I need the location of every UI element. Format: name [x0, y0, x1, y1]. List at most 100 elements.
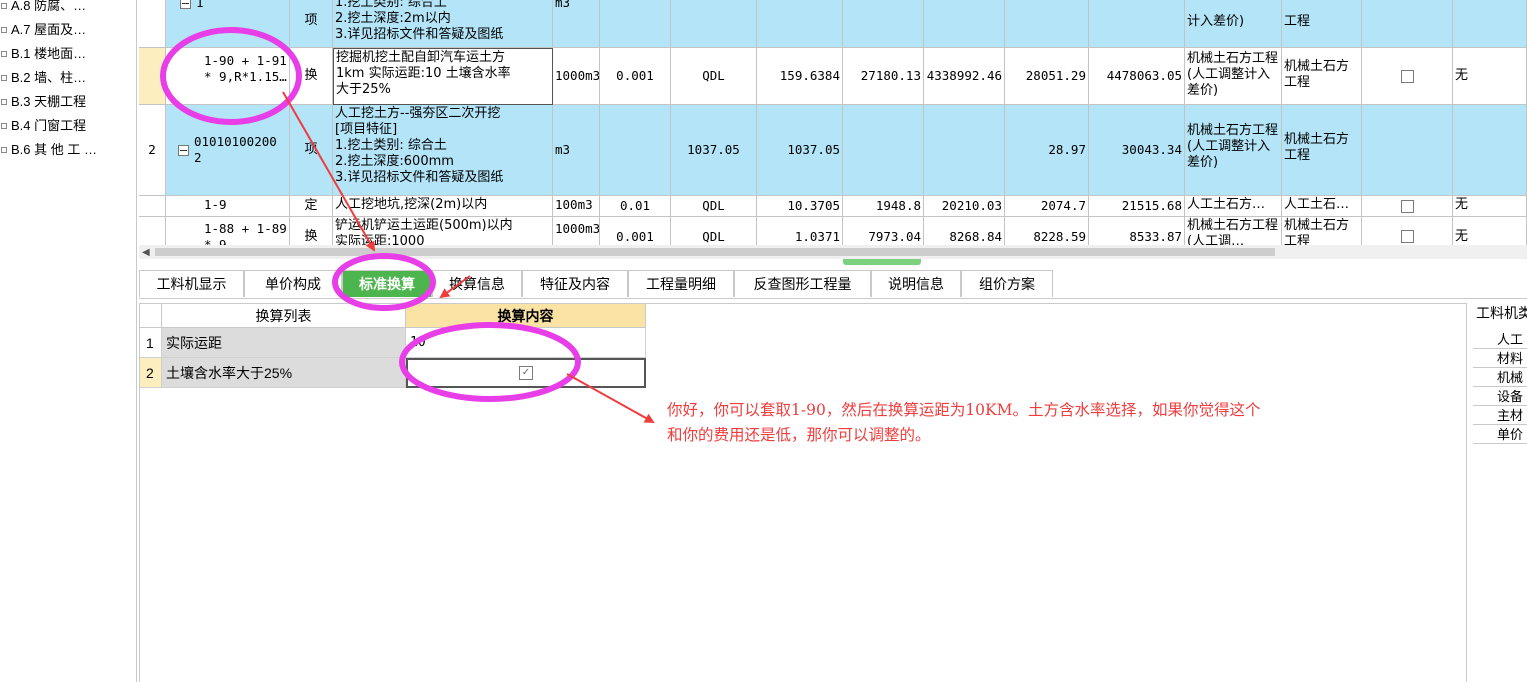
unit-cell: 1000m3 — [553, 217, 600, 245]
type-cell: 定 — [290, 196, 333, 217]
desc-cell[interactable]: 铲运机铲运土运距(500m)以内 实际运距:1000 — [333, 217, 553, 245]
last-cell: 无 — [1453, 196, 1527, 217]
collapse-icon[interactable] — [178, 144, 189, 156]
corner-header — [140, 304, 162, 328]
c3-cell — [1089, 0, 1185, 48]
checkbox[interactable] — [1400, 199, 1414, 213]
category-item[interactable]: 单价 — [1473, 425, 1527, 444]
conversion-panel: 换算列表 换算内容 1 实际运距 10 2 土壤含水率大于25% ✓ — [139, 303, 1467, 682]
distance-input[interactable]: 10 — [406, 328, 646, 358]
desc-cell[interactable]: 人工挖地坑,挖深(2m)以内 — [333, 196, 553, 217]
desc-line: [项目特征] — [335, 122, 398, 137]
tree-item-label: B.2 墙、柱… — [11, 70, 87, 85]
scroll-left-icon[interactable]: ◀ — [142, 247, 150, 258]
c1-cell — [924, 105, 1005, 196]
code-cell[interactable]: 1-9 — [166, 196, 290, 217]
table-row[interactable]: 1-9 定 人工挖地坑,挖深(2m)以内 100m3 0.01 QDL 10.3… — [139, 196, 1527, 217]
flag-cell[interactable] — [1362, 217, 1453, 245]
row-number: 2 — [140, 358, 162, 388]
checkbox[interactable] — [1400, 69, 1414, 83]
code-cell[interactable]: 1-88 + 1-89 * 9 — [166, 217, 290, 245]
qty-cell[interactable]: 0.001 — [600, 48, 671, 105]
bill-grid: 1 项 1.挖土类别: 综合土 2.挖土深度:2m以内 3.详见招标文件和答疑及… — [139, 0, 1527, 245]
flag-cell[interactable] — [1362, 48, 1453, 105]
table-row[interactable]: 1 项 1.挖土类别: 综合土 2.挖土深度:2m以内 3.详见招标文件和答疑及… — [139, 0, 1527, 48]
tab-quantity-detail[interactable]: 工程量明细 — [628, 270, 734, 297]
conversion-row[interactable]: 2 土壤含水率大于25% ✓ — [140, 358, 646, 388]
splitter-grip[interactable] — [843, 259, 921, 265]
tree-item[interactable]: A.8 防腐、… — [0, 0, 86, 18]
code-cell[interactable]: 010101002002 — [166, 105, 290, 196]
tab-conversion-info[interactable]: 换算信息 — [432, 270, 522, 297]
category-item[interactable]: 主材 — [1473, 406, 1527, 425]
tree-item[interactable]: B.3 天棚工程 — [0, 90, 86, 114]
code-cell[interactable]: 1-90 + 1-91 * 9,R*1.15… — [166, 48, 290, 105]
scrollbar-thumb[interactable] — [155, 248, 1275, 256]
unit-cell: m3 — [553, 105, 600, 196]
table-row[interactable]: 2 010101002002 项 人工挖土方--强夯区二次开挖 [项目特征] 1… — [139, 105, 1527, 196]
expr-cell[interactable]: QDL — [671, 196, 757, 217]
category-item[interactable]: 设备 — [1473, 387, 1527, 406]
unit-cell: 100m3 — [553, 196, 600, 217]
desc-cell[interactable]: 挖掘机挖土配自卸汽车运土方 1km 实际运距:10 土壤含水率 大于25% — [333, 48, 553, 105]
code-cell[interactable]: 1 — [166, 0, 290, 48]
annotation-line: 和你的费用还是低，那你可以调整的。 — [667, 426, 931, 444]
conversion-row[interactable]: 1 实际运距 10 — [140, 328, 646, 358]
tab-description[interactable]: 说明信息 — [871, 270, 961, 297]
panel-splitter[interactable] — [139, 259, 1527, 267]
tab-standard-conversion[interactable]: 标准换算 — [342, 270, 432, 297]
c2-cell: 28.97 — [1005, 105, 1089, 196]
category-item[interactable]: 机械 — [1473, 368, 1527, 387]
unit-cell: m3 — [553, 0, 600, 48]
tab-unit-price[interactable]: 单价构成 — [244, 270, 342, 297]
expr-cell[interactable]: QDL — [671, 48, 757, 105]
expr-cell — [671, 0, 757, 48]
flag-cell[interactable] — [1362, 196, 1453, 217]
qty-cell — [600, 0, 671, 48]
conversion-item-name: 实际运距 — [162, 328, 406, 358]
tab-pricing-scheme[interactable]: 组价方案 — [961, 270, 1053, 297]
expr-cell[interactable]: 1037.05 — [671, 105, 757, 196]
tree-item[interactable]: B.4 门窗工程 — [0, 114, 86, 138]
code-text: 1 — [196, 0, 204, 10]
tree-node-icon — [1, 26, 7, 33]
moisture-checkbox[interactable]: ✓ — [519, 366, 533, 380]
horizontal-scrollbar[interactable]: ◀ — [139, 245, 1527, 259]
desc-cell[interactable]: 人工挖土方--强夯区二次开挖 [项目特征] 1.挖土类别: 综合土 2.挖土深度… — [333, 105, 553, 196]
dept-cell: 工程 — [1282, 0, 1362, 48]
category-item[interactable]: 人工 — [1473, 330, 1527, 349]
tree-node-icon — [1, 50, 7, 57]
tree-item[interactable]: B.1 楼地面… — [0, 42, 86, 66]
tree-item-label: B.6 其 他 工 … — [11, 142, 97, 157]
table-row[interactable]: 1-90 + 1-91 * 9,R*1.15… 换 挖掘机挖土配自卸汽车运土方 … — [139, 48, 1527, 105]
qty-cell[interactable]: 0.001 — [600, 217, 671, 245]
qty-cell[interactable]: 0.01 — [600, 196, 671, 217]
c3-cell: 21515.68 — [1089, 196, 1185, 217]
tab-graphic-quantity[interactable]: 反查图形工程量 — [734, 270, 871, 297]
collapse-icon[interactable] — [180, 0, 191, 9]
moisture-checkbox-cell[interactable]: ✓ — [406, 358, 646, 388]
tree-item[interactable]: B.6 其 他 工 … — [0, 138, 97, 162]
category-item[interactable]: 材料 — [1473, 349, 1527, 368]
table-row[interactable]: 1-88 + 1-89 * 9 换 铲运机铲运土运距(500m)以内 实际运距:… — [139, 217, 1527, 245]
c2-cell: 28051.29 — [1005, 48, 1089, 105]
tree-item-label: A.8 防腐、… — [11, 0, 87, 13]
conversion-item-name: 土壤含水率大于25% — [162, 358, 406, 388]
tree-node-icon — [1, 122, 7, 129]
price-cell — [757, 0, 843, 48]
desc-line: 1.挖土类别: 综合土 — [335, 0, 447, 10]
tree-node-icon — [1, 74, 7, 81]
total-price-cell: 27180.13 — [843, 48, 924, 105]
desc-cell[interactable]: 1.挖土类别: 综合土 2.挖土深度:2m以内 3.详见招标文件和答疑及图纸 — [333, 0, 553, 48]
checkbox[interactable] — [1400, 230, 1414, 243]
tree-item[interactable]: B.2 墙、柱… — [0, 66, 86, 90]
total-price-cell: 1948.8 — [843, 196, 924, 217]
tab-features[interactable]: 特征及内容 — [522, 270, 628, 297]
tree-item[interactable]: A.7 屋面及… — [0, 18, 86, 42]
prof-cell: 机械土石方工程(人工调整计入差价) — [1185, 48, 1282, 105]
tab-labor-material[interactable]: 工料机显示 — [139, 270, 244, 297]
code-text: 1-90 + 1-91 * 9,R*1.15… — [204, 53, 287, 84]
row-number — [139, 196, 166, 217]
expr-cell[interactable]: QDL — [671, 217, 757, 245]
type-cell: 项 — [290, 105, 333, 196]
